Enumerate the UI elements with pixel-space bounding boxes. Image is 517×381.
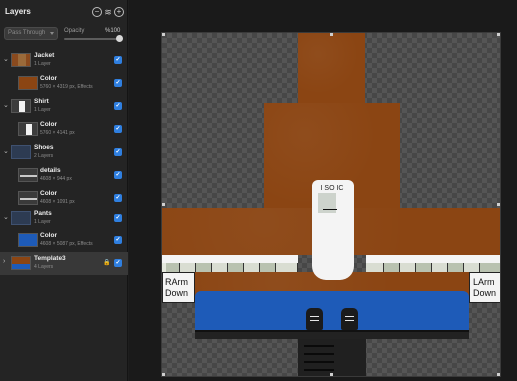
right-arm-label-1: RArm xyxy=(165,277,188,287)
layer-shoes-details[interactable]: details 4608 × 944 px ✓ xyxy=(0,164,128,187)
right-arm-label-2: Down xyxy=(165,288,189,298)
chevron-down-icon[interactable]: ⌄ xyxy=(3,101,9,109)
chevron-down-icon[interactable]: ⌄ xyxy=(3,213,9,221)
document-canvas[interactable]: I SO IC RArm Down LArm Down xyxy=(161,32,501,377)
left-cuff-band xyxy=(162,263,298,272)
layer-thumbnail xyxy=(11,99,31,113)
visibility-checkbox[interactable]: ✓ xyxy=(114,171,122,179)
visibility-checkbox[interactable]: ✓ xyxy=(114,194,122,202)
opacity-slider[interactable] xyxy=(64,38,122,40)
layer-name: details xyxy=(40,167,61,174)
visibility-checkbox[interactable]: ✓ xyxy=(114,259,122,267)
left-cuff-white xyxy=(162,255,298,263)
app-window: Layers − ≋ + Pass Through Opacity %100 ⌄… xyxy=(0,0,517,381)
layer-name: Jacket xyxy=(34,52,55,59)
left-shoe xyxy=(306,308,323,330)
selection-handle[interactable] xyxy=(162,203,165,206)
layer-name: Pants xyxy=(34,210,52,217)
layer-thumbnail xyxy=(18,233,38,247)
layer-shirt-color[interactable]: Color 5760 × 4141 px ✓ xyxy=(0,118,128,141)
layer-pants-color[interactable]: Color 4608 × 5087 px, Effects ✓ xyxy=(0,229,128,252)
selection-handle[interactable] xyxy=(330,33,333,36)
left-arm-box: LArm Down xyxy=(469,272,500,303)
layer-info: 1 Layer xyxy=(34,61,51,67)
layer-name: Color xyxy=(40,75,57,82)
folder-icon xyxy=(11,145,31,159)
layer-name: Color xyxy=(40,121,57,128)
layer-name: Shoes xyxy=(34,144,54,151)
layer-thumbnail xyxy=(11,256,31,270)
layer-info: 4608 × 1091 px xyxy=(40,199,75,205)
left-arm-label-2: Down xyxy=(473,288,497,298)
layers-stack-icon[interactable]: ≋ xyxy=(103,7,113,17)
layers-panel: Layers − ≋ + Pass Through Opacity %100 ⌄… xyxy=(0,0,128,381)
face-text: I SO IC xyxy=(320,185,344,192)
right-cuff-band xyxy=(366,263,500,272)
layer-thumbnail xyxy=(18,191,38,205)
layer-name: Color xyxy=(40,190,57,197)
opacity-value[interactable]: %100 xyxy=(105,28,120,34)
visibility-checkbox[interactable]: ✓ xyxy=(114,125,122,133)
layer-name: Template3 xyxy=(34,255,66,262)
add-layer-icon[interactable]: + xyxy=(114,7,124,17)
visibility-checkbox[interactable]: ✓ xyxy=(114,56,122,64)
layer-group-shoes[interactable]: ⌄ Shoes 2 Layers ✓ xyxy=(0,141,128,164)
layer-info: 2 Layers xyxy=(34,153,54,159)
layer-group-template3[interactable]: › Template3 4 Layers 🔒 ✓ xyxy=(0,252,128,275)
pants-blue xyxy=(195,291,469,331)
selection-handle[interactable] xyxy=(497,373,500,376)
layer-thumbnail xyxy=(11,53,31,67)
right-shoe xyxy=(341,308,358,330)
remove-layer-icon[interactable]: − xyxy=(92,7,102,17)
left-arm-label-1: LArm xyxy=(473,277,495,287)
opacity-label: Opacity xyxy=(64,28,85,34)
selection-handle[interactable] xyxy=(162,373,165,376)
blend-mode-select[interactable]: Pass Through xyxy=(4,27,58,40)
selection-handle[interactable] xyxy=(162,33,165,36)
jacket-top xyxy=(298,33,365,103)
layer-name: Color xyxy=(40,232,57,239)
layer-info: 1 Layer xyxy=(34,107,51,113)
layer-thumbnail xyxy=(18,168,38,182)
visibility-checkbox[interactable]: ✓ xyxy=(114,79,122,87)
selection-handle[interactable] xyxy=(497,33,500,36)
layer-info: 4608 × 944 px xyxy=(40,176,72,182)
opacity-slider-knob[interactable] xyxy=(116,35,123,42)
visibility-checkbox[interactable]: ✓ xyxy=(114,236,122,244)
layer-jacket-color[interactable]: Color 5760 × 4319 px, Effects ✓ xyxy=(0,72,128,95)
sole-block xyxy=(298,339,366,376)
lower-strip xyxy=(195,332,469,339)
layer-thumbnail xyxy=(18,122,38,136)
shirt-line xyxy=(323,209,337,210)
layer-info: 4 Layers xyxy=(34,264,54,270)
selection-handle[interactable] xyxy=(497,203,500,206)
layer-info: 1 Layer xyxy=(34,219,51,225)
layer-group-pants[interactable]: ⌄ Pants 1 Layer ✓ xyxy=(0,207,128,230)
layer-group-shirt[interactable]: ⌄ Shirt 1 Layer ✓ xyxy=(0,95,128,118)
lock-icon[interactable]: 🔒 xyxy=(103,259,110,266)
chevron-down-icon[interactable]: ⌄ xyxy=(3,55,9,63)
layer-info: 4608 × 5087 px, Effects xyxy=(40,241,93,247)
folder-icon xyxy=(11,211,31,225)
visibility-checkbox[interactable]: ✓ xyxy=(114,102,122,110)
visibility-checkbox[interactable]: ✓ xyxy=(114,148,122,156)
layer-group-jacket[interactable]: ⌄ Jacket 1 Layer ✓ xyxy=(0,49,128,72)
panel-title: Layers xyxy=(5,7,31,16)
layer-info: 5760 × 4141 px xyxy=(40,130,75,136)
chevron-down-icon[interactable]: ⌄ xyxy=(3,147,9,155)
layer-info: 5760 × 4319 px, Effects xyxy=(40,84,93,90)
panel-header: Layers − ≋ + xyxy=(0,6,128,20)
shirt-shadow xyxy=(318,193,336,213)
layer-name: Shirt xyxy=(34,98,49,105)
layer-thumbnail xyxy=(18,76,38,90)
chevron-right-icon[interactable]: › xyxy=(3,258,5,265)
right-arm-box: RArm Down xyxy=(162,272,195,303)
right-cuff-white xyxy=(366,255,500,263)
selection-handle[interactable] xyxy=(330,373,333,376)
visibility-checkbox[interactable]: ✓ xyxy=(114,214,122,222)
